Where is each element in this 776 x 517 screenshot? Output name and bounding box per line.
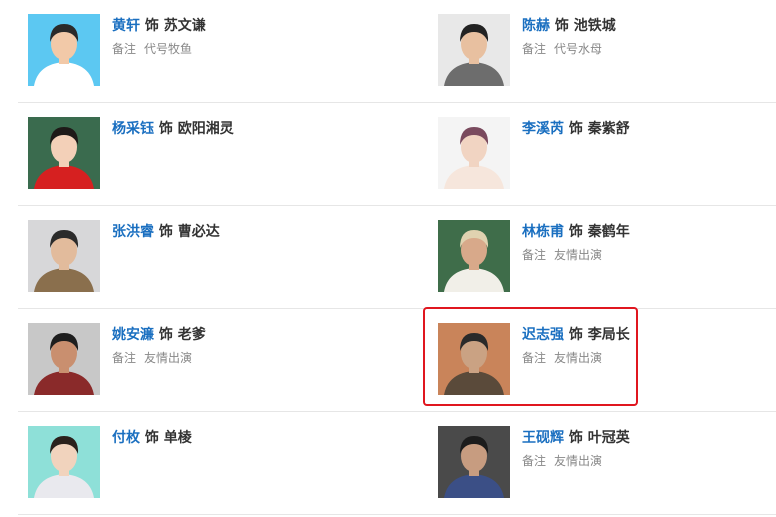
note-label: 备注	[522, 42, 547, 56]
portrait-graphic	[438, 426, 510, 498]
actor-photo[interactable]	[438, 426, 510, 498]
actor-name-link[interactable]: 姚安濂	[112, 327, 154, 343]
as-label: 饰	[158, 224, 173, 240]
note-label: 备注	[112, 42, 137, 56]
role-name: 秦紫舒	[587, 121, 630, 137]
as-label: 饰	[158, 121, 173, 137]
name-line: 付枚 饰 单棱	[112, 428, 382, 448]
cast-info: 张洪睿 饰 曹必达	[112, 222, 382, 242]
name-line: 陈赫 饰 池铁城	[522, 16, 776, 36]
note-line: 备注 友情出演	[522, 246, 776, 264]
role-name: 单棱	[163, 430, 192, 446]
as-label: 饰	[568, 430, 583, 446]
note-value: 友情出演	[554, 248, 603, 262]
cast-info: 陈赫 饰 池铁城 备注 代号水母	[522, 16, 776, 58]
note-line: 备注 友情出演	[522, 452, 776, 470]
portrait-graphic	[28, 117, 100, 189]
cast-card: 陈赫 饰 池铁城 备注 代号水母	[438, 14, 776, 88]
cast-card: 杨采钰 饰 欧阳湘灵	[28, 117, 388, 191]
cast-row: 姚安濂 饰 老爹 备注 友情出演 迟志强 饰 李局长 备注 友情出演	[18, 309, 776, 412]
role-name: 池铁城	[573, 18, 616, 34]
cast-info: 王砚辉 饰 叶冠英 备注 友情出演	[522, 428, 776, 470]
cast-info: 付枚 饰 单棱	[112, 428, 382, 448]
name-line: 李溪芮 饰 秦紫舒	[522, 119, 776, 139]
cast-row: 张洪睿 饰 曹必达 林栋甫 饰 秦鹤年 备注 友情出演	[18, 206, 776, 309]
portrait-graphic	[438, 220, 510, 292]
role-name: 欧阳湘灵	[177, 121, 234, 137]
name-line: 林栋甫 饰 秦鹤年	[522, 222, 776, 242]
as-label: 饰	[158, 327, 173, 343]
actor-name-link[interactable]: 黄轩	[112, 18, 140, 34]
note-label: 备注	[522, 454, 547, 468]
actor-name-link[interactable]: 陈赫	[522, 18, 550, 34]
cast-card: 黄轩 饰 苏文谦 备注 代号牧鱼	[28, 14, 388, 88]
name-line: 姚安濂 饰 老爹	[112, 325, 382, 345]
name-line: 杨采钰 饰 欧阳湘灵	[112, 119, 382, 139]
as-label: 饰	[144, 430, 159, 446]
note-line: 备注 代号水母	[522, 40, 776, 58]
note-label: 备注	[522, 248, 547, 262]
cast-info: 林栋甫 饰 秦鹤年 备注 友情出演	[522, 222, 776, 264]
as-label: 饰	[144, 18, 159, 34]
actor-photo[interactable]	[28, 426, 100, 498]
actor-photo[interactable]	[28, 117, 100, 189]
role-name: 苏文谦	[163, 18, 206, 34]
note-value: 代号牧鱼	[144, 42, 193, 56]
cast-card: 王砚辉 饰 叶冠英 备注 友情出演	[438, 426, 776, 500]
cast-card: 姚安濂 饰 老爹 备注 友情出演	[28, 323, 388, 397]
as-label: 饰	[568, 224, 583, 240]
portrait-graphic	[438, 117, 510, 189]
actor-name-link[interactable]: 付枚	[112, 430, 140, 446]
portrait-graphic	[28, 14, 100, 86]
actor-name-link[interactable]: 王砚辉	[522, 430, 564, 446]
as-label: 饰	[554, 18, 569, 34]
cast-info: 黄轩 饰 苏文谦 备注 代号牧鱼	[112, 16, 382, 58]
name-line: 王砚辉 饰 叶冠英	[522, 428, 776, 448]
actor-photo[interactable]	[438, 117, 510, 189]
actor-name-link[interactable]: 林栋甫	[522, 224, 564, 240]
highlight-box	[423, 307, 638, 406]
portrait-graphic	[28, 323, 100, 395]
note-value: 友情出演	[554, 454, 603, 468]
cast-card: 付枚 饰 单棱	[28, 426, 388, 500]
actor-name-link[interactable]: 张洪睿	[112, 224, 154, 240]
as-label: 饰	[568, 121, 583, 137]
actor-name-link[interactable]: 李溪芮	[522, 121, 564, 137]
cast-info: 杨采钰 饰 欧阳湘灵	[112, 119, 382, 139]
name-line: 张洪睿 饰 曹必达	[112, 222, 382, 242]
actor-name-link[interactable]: 杨采钰	[112, 121, 154, 137]
portrait-graphic	[28, 220, 100, 292]
actor-photo[interactable]	[438, 220, 510, 292]
portrait-graphic	[28, 426, 100, 498]
cast-row: 杨采钰 饰 欧阳湘灵 李溪芮 饰 秦紫舒	[18, 103, 776, 206]
note-line: 备注 友情出演	[112, 349, 382, 367]
cast-card: 林栋甫 饰 秦鹤年 备注 友情出演	[438, 220, 776, 294]
note-line: 备注 代号牧鱼	[112, 40, 382, 58]
note-label: 备注	[112, 351, 137, 365]
cast-info: 姚安濂 饰 老爹 备注 友情出演	[112, 325, 382, 367]
cast-list: 黄轩 饰 苏文谦 备注 代号牧鱼 陈赫 饰 池铁城 备注 代号水母 杨采钰 饰 欧阳湘灵 李溪…	[18, 0, 776, 515]
cast-card: 张洪睿 饰 曹必达	[28, 220, 388, 294]
name-line: 黄轩 饰 苏文谦	[112, 16, 382, 36]
note-value: 友情出演	[144, 351, 193, 365]
cast-card: 李溪芮 饰 秦紫舒	[438, 117, 776, 191]
actor-photo[interactable]	[28, 14, 100, 86]
actor-photo[interactable]	[28, 220, 100, 292]
role-name: 叶冠英	[587, 430, 630, 446]
role-name: 秦鹤年	[587, 224, 630, 240]
note-value: 代号水母	[554, 42, 603, 56]
role-name: 曹必达	[177, 224, 220, 240]
cast-row: 付枚 饰 单棱 王砚辉 饰 叶冠英 备注 友情出演	[18, 412, 776, 515]
actor-photo[interactable]	[28, 323, 100, 395]
cast-info: 李溪芮 饰 秦紫舒	[522, 119, 776, 139]
actor-photo[interactable]	[438, 14, 510, 86]
cast-row: 黄轩 饰 苏文谦 备注 代号牧鱼 陈赫 饰 池铁城 备注 代号水母	[18, 0, 776, 103]
role-name: 老爹	[177, 327, 206, 343]
portrait-graphic	[438, 14, 510, 86]
